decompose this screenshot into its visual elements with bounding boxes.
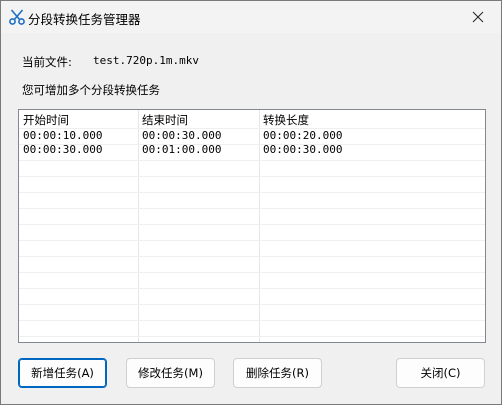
task-list-table[interactable]: 开始时间 结束时间 转换长度 00:00:10.000 00:00:30.000… (18, 109, 486, 343)
row-separator (19, 288, 485, 289)
column-header-end-time[interactable]: 结束时间 (142, 112, 188, 128)
title-bar[interactable]: 分段转换任务管理器 (1, 1, 501, 33)
current-file-label: 当前文件: (22, 55, 72, 69)
duration-cell: 00:00:30.000 (263, 143, 343, 156)
close-icon (472, 11, 484, 23)
table-row[interactable]: 00:00:30.000 00:01:00.000 00:00:30.000 (19, 142, 485, 158)
end-time-cell: 00:01:00.000 (142, 143, 222, 156)
row-separator (19, 208, 485, 209)
row-separator (19, 336, 485, 337)
edit-task-button[interactable]: 修改任务(M) (126, 358, 215, 388)
column-header-start-time[interactable]: 开始时间 (23, 112, 69, 128)
row-separator (19, 176, 485, 177)
row-separator (19, 272, 485, 273)
window-close-button[interactable] (455, 1, 501, 33)
row-separator (19, 304, 485, 305)
task-manager-window: 分段转换任务管理器 当前文件: test.720p.1m.mkv 您可增加多个分… (0, 0, 502, 405)
close-button[interactable]: 关闭(C) (396, 358, 485, 388)
row-separator (19, 160, 485, 161)
current-file-name: test.720p.1m.mkv (93, 54, 199, 67)
row-separator (19, 320, 485, 321)
add-task-button[interactable]: 新增任务(A) (18, 358, 107, 388)
column-header-duration[interactable]: 转换长度 (263, 112, 309, 128)
row-separator (19, 192, 485, 193)
window-title: 分段转换任务管理器 (28, 12, 141, 27)
hint-text: 您可增加多个分段转换任务 (22, 83, 160, 97)
row-separator (19, 256, 485, 257)
table-header: 开始时间 结束时间 转换长度 (19, 112, 485, 128)
row-separator (19, 240, 485, 241)
delete-task-button[interactable]: 删除任务(R) (233, 358, 322, 388)
row-separator (19, 224, 485, 225)
scissors-icon (8, 8, 26, 26)
start-time-cell: 00:00:30.000 (23, 143, 103, 156)
